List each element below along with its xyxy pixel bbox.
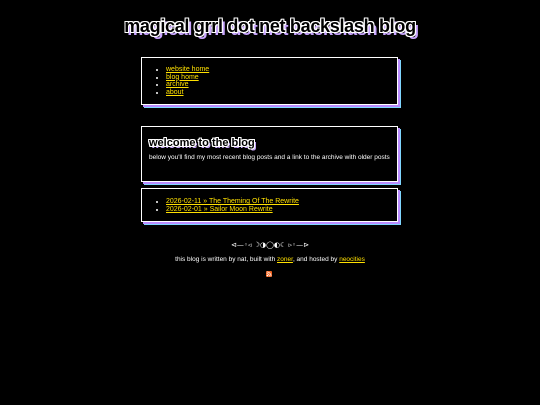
rss-icon[interactable] (266, 271, 272, 277)
post-link[interactable]: 2026-02-11 » The Theming Of The Rewrite (166, 198, 299, 205)
moon-divider: ⊲—◦◃ ☽◑◯◐☾ ▹◦—⊳ (230, 241, 310, 249)
welcome-heading: welcome to the blog (149, 137, 255, 149)
zoner-link[interactable]: zoner (277, 256, 293, 263)
posts-box: 2026-02-11 » The Theming Of The Rewrite … (141, 188, 398, 222)
nav-link-about[interactable]: about (166, 89, 184, 96)
welcome-box: welcome to the blog below you'll find my… (141, 126, 398, 182)
site-title: magical grrl dot net backslash blog (124, 16, 416, 36)
footer-text-middle: , and hosted by (292, 256, 340, 263)
nav-item: website home (166, 66, 397, 74)
nav-list: website home blog home archive about (142, 66, 397, 96)
nav-link-blog-home[interactable]: blog home (166, 74, 199, 81)
nav-link-website-home[interactable]: website home (166, 66, 209, 73)
footer-text-before: this blog is written by nat, built with (175, 256, 278, 263)
nav-box: website home blog home archive about (141, 57, 398, 105)
nav-item: archive (166, 81, 397, 89)
nav-link-archive[interactable]: archive (166, 81, 189, 88)
neocities-link[interactable]: neocities (339, 256, 365, 263)
nav-item: about (166, 89, 397, 97)
welcome-text: below you'll find my most recent blog po… (149, 154, 390, 161)
posts-list: 2026-02-11 » The Theming Of The Rewrite … (142, 198, 397, 213)
footer: this blog is written by nat, built with … (0, 256, 540, 263)
rss-icon-graphic (266, 271, 272, 277)
list-item: 2026-02-11 » The Theming Of The Rewrite (166, 198, 397, 206)
post-link[interactable]: 2026-02-01 » Sailor Moon Rewrite (166, 206, 273, 213)
list-item: 2026-02-01 » Sailor Moon Rewrite (166, 206, 397, 214)
nav-item: blog home (166, 74, 397, 82)
page: magical grrl dot net backslash blog webs… (0, 0, 540, 405)
